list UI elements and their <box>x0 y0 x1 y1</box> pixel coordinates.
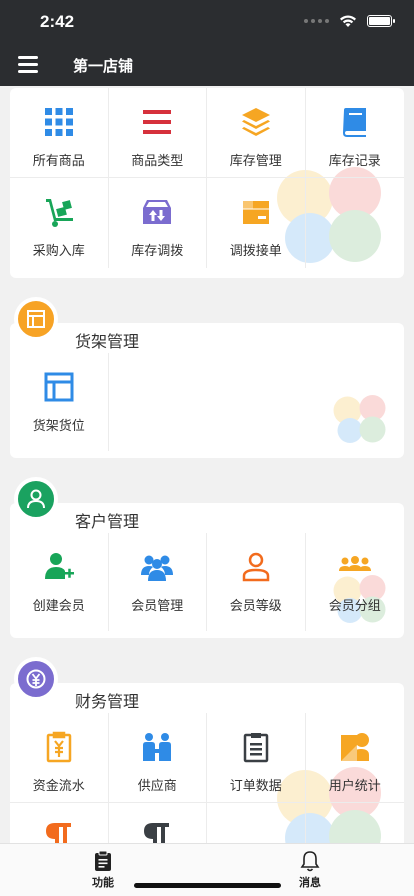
finance-section-icon <box>15 658 57 700</box>
finance-item-order-data[interactable]: 订单数据 <box>207 713 306 803</box>
item-label: 会员分组 <box>328 599 381 614</box>
item-label: 所有商品 <box>32 154 85 169</box>
inventory-item-stock-records[interactable]: 库存记录 <box>305 88 404 178</box>
inventory-item-stock-management[interactable]: 库存管理 <box>207 88 306 178</box>
users-row-icon <box>338 556 371 571</box>
customer-item-member-management[interactable]: 会员管理 <box>109 533 207 631</box>
book-icon <box>342 108 366 137</box>
home-indicator <box>134 883 281 888</box>
inventory-item-all-products[interactable]: 所有商品 <box>10 88 109 178</box>
item-label: 商品类型 <box>131 154 184 169</box>
customer-section-icon <box>15 478 57 520</box>
app-header: 第一店铺 <box>0 44 414 86</box>
item-label: 会员等级 <box>229 599 282 614</box>
shelf-section-icon <box>15 298 57 340</box>
tab-messages[interactable]: 消息 <box>280 850 340 890</box>
status-time: 2:42 <box>40 12 75 31</box>
inventory-item-purchase-stock-in[interactable]: 采购入库 <box>10 178 109 268</box>
users-group-icon <box>141 555 174 581</box>
user-outline-icon <box>242 552 269 582</box>
shelf-item-locations[interactable]: 货架货位 <box>10 353 109 451</box>
supplier-icon <box>143 733 172 761</box>
section-title: 客户管理 <box>75 512 140 531</box>
customer-section: 客户管理 创建会员 会员管理 会员等级 会员分组 <box>10 478 405 638</box>
item-label: 资金流水 <box>32 779 85 794</box>
customer-item-member-levels[interactable]: 会员等级 <box>207 533 306 631</box>
list-icon <box>143 110 172 134</box>
finance-item-suppliers[interactable]: 供应商 <box>108 713 207 803</box>
grid-icon <box>44 108 73 136</box>
item-label: 采购入库 <box>32 244 85 259</box>
tab-label: 功能 <box>92 876 114 889</box>
inventory-item-stock-transfer[interactable]: 库存调拨 <box>109 178 207 268</box>
item-label: 库存管理 <box>229 154 282 169</box>
empty-cell <box>306 178 405 268</box>
signal-icon <box>304 19 329 23</box>
shelf-section: 货架管理 货架货位 <box>10 298 404 458</box>
status-bar: 2:42 <box>0 0 414 44</box>
tab-functions[interactable]: 功能 <box>73 850 133 890</box>
tab-label: 消息 <box>299 876 321 889</box>
battery-icon <box>367 15 395 27</box>
inventory-card: 所有商品 商品类型 库存管理 库存记录 采购入库 库存调拨 调拨接单 <box>10 88 404 278</box>
user-stats-icon <box>340 733 369 761</box>
item-label: 货架货位 <box>32 419 85 434</box>
yuan-clipboard-icon <box>46 731 71 763</box>
status-icons <box>304 14 395 28</box>
item-label: 库存调拨 <box>131 244 184 259</box>
hamburger-menu-icon[interactable] <box>18 56 38 73</box>
clipboard-icon <box>95 850 111 871</box>
finance-section: 财务管理 资金流水 供应商 订单数据 用户统计 <box>10 658 404 893</box>
store-title: 第一店铺 <box>73 57 134 75</box>
add-user-icon <box>44 553 74 579</box>
bottom-tab-bar: 功能 消息 <box>0 843 414 896</box>
item-label: 会员管理 <box>131 599 184 614</box>
item-label: 订单数据 <box>229 779 282 794</box>
wifi-icon <box>340 15 356 27</box>
section-title: 财务管理 <box>75 692 140 711</box>
item-label: 供应商 <box>137 779 177 794</box>
customer-item-create-member[interactable]: 创建会员 <box>10 533 109 631</box>
item-label: 库存记录 <box>328 154 381 169</box>
item-label: 用户统计 <box>328 779 381 794</box>
inventory-item-product-types[interactable]: 商品类型 <box>108 88 207 178</box>
hand-truck-icon <box>45 199 73 227</box>
inventory-item-transfer-orders[interactable]: 调拨接单 <box>207 178 306 268</box>
section-title: 货架管理 <box>75 332 140 351</box>
bell-icon <box>300 851 320 872</box>
item-label: 调拨接单 <box>229 244 282 259</box>
order-clipboard-icon <box>243 733 268 763</box>
finance-item-cash-flow[interactable]: 资金流水 <box>10 713 109 803</box>
item-label: 创建会员 <box>32 599 85 614</box>
package-icon <box>242 201 269 224</box>
customer-item-member-groups[interactable]: 会员分组 <box>306 533 405 631</box>
shelf-layout-icon <box>44 372 74 402</box>
transfer-box-icon <box>143 200 172 224</box>
finance-item-user-statistics[interactable]: 用户统计 <box>305 713 404 803</box>
layers-icon <box>241 108 270 136</box>
